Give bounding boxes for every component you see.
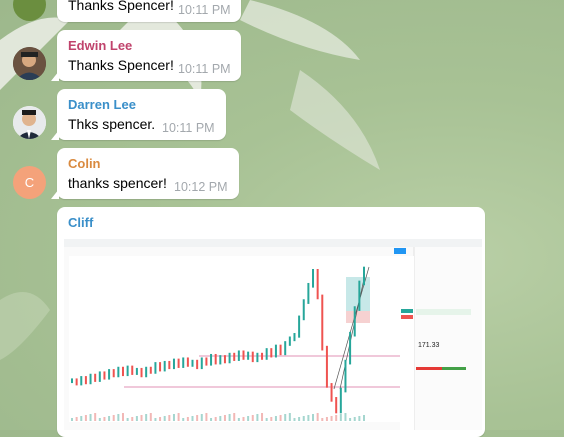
message-text: Thanks Spencer! (68, 57, 174, 73)
volume-bar (145, 414, 148, 421)
volume-bar (316, 413, 319, 421)
message-text: Thanks Spencer! (68, 0, 174, 13)
chart-screenshot-image[interactable]: 171.33 (64, 239, 482, 430)
volume-bar (237, 418, 240, 421)
volume-bar (135, 416, 138, 421)
volume-bar (247, 416, 250, 421)
volume-bar (330, 416, 333, 421)
volume-bar (191, 416, 194, 421)
message-time: 10:11 PM (162, 121, 215, 135)
volume-bar (265, 418, 268, 421)
message-text: thanks spencer! (68, 175, 167, 191)
avatar-initial: C (24, 175, 35, 190)
volume-bar (103, 417, 106, 421)
price-series (71, 266, 365, 414)
volume-bar (75, 417, 78, 421)
volume-bar (307, 415, 310, 421)
avatar[interactable] (13, 106, 46, 139)
volume-bar (363, 415, 365, 421)
volume-bar (94, 413, 97, 421)
volume-bar (140, 415, 143, 421)
volume-bar (89, 414, 92, 421)
message-text: Thks spencer. (68, 116, 156, 132)
volume-bar (108, 416, 111, 421)
volume-bar (325, 417, 328, 421)
volume-bar (339, 414, 342, 421)
message-time: 10:11 PM (178, 3, 231, 17)
svg-text:171.33: 171.33 (418, 342, 440, 349)
volume-bar (293, 418, 296, 421)
volume-bar (131, 417, 134, 421)
message-time: 10:11 PM (178, 62, 231, 76)
volume-bar (117, 414, 120, 421)
volume-bar (298, 417, 301, 421)
volume-bar (112, 415, 115, 421)
volume-bar (80, 416, 83, 421)
volume-bar (126, 418, 129, 421)
avatar[interactable] (13, 47, 46, 80)
message-bubble: Darren Lee Thks spencer. 10:11 PM (51, 89, 226, 140)
volume-bar (321, 418, 324, 421)
volume-bar (353, 417, 356, 421)
volume-bar (358, 416, 361, 421)
volume-bar (159, 417, 162, 421)
volume-bar (214, 417, 217, 421)
sender-name[interactable]: Colin (68, 156, 101, 171)
volume-bar (196, 415, 199, 421)
message-bubble: Edwin Lee Thanks Spencer! 10:11 PM (51, 30, 241, 81)
volume-bar (288, 413, 291, 421)
volume-bar (274, 416, 277, 421)
volume-bar (177, 413, 180, 421)
volume-bar (270, 417, 273, 421)
avatar-photo-icon (13, 47, 46, 80)
message-bubble: Colin thanks spencer! 10:12 PM (51, 148, 239, 199)
message-time: 10:12 PM (174, 180, 228, 194)
volume-bar (121, 413, 124, 421)
volume-bar (219, 416, 222, 421)
volume-bar (251, 415, 254, 421)
volume-bar (242, 417, 245, 421)
stock-chart: 171.33 (64, 239, 482, 430)
volume-bar (210, 418, 213, 421)
avatar[interactable]: C (13, 166, 46, 199)
volume-bar (149, 413, 152, 421)
volume-bar (186, 417, 189, 421)
volume-bar (312, 414, 315, 421)
volume-bar (349, 418, 352, 421)
volume-bar (98, 418, 101, 421)
volume-bar (344, 413, 347, 421)
volume-bar (228, 414, 231, 421)
sender-name[interactable]: Darren Lee (68, 97, 136, 112)
volume-bar (205, 413, 208, 421)
message-bubble: Thanks Spencer! 10:11 PM (57, 0, 241, 22)
volume-bar (223, 415, 226, 421)
volume-bar (335, 415, 338, 421)
volume-bar (71, 418, 73, 421)
volume-bar (279, 415, 282, 421)
volume-bar (84, 415, 87, 421)
volume-bar (200, 414, 203, 421)
volume-bar (284, 414, 287, 421)
volume-bar (168, 415, 171, 421)
sender-name[interactable]: Cliff (68, 215, 93, 230)
volume-bar (154, 418, 157, 421)
avatar-photo-icon (13, 106, 46, 139)
sender-name[interactable]: Edwin Lee (68, 38, 132, 53)
volume-bars (71, 413, 365, 421)
volume-bar (172, 414, 175, 421)
volume-bar (261, 413, 264, 421)
volume-bar (163, 416, 166, 421)
volume-bar (233, 413, 236, 421)
volume-bar (256, 414, 259, 421)
volume-bar (302, 416, 305, 421)
volume-bar (182, 418, 185, 421)
